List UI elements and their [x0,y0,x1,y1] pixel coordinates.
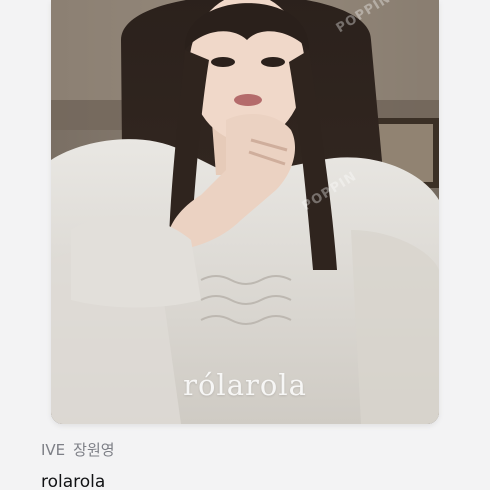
photo [51,0,439,424]
brand-logo-on-photo: rólarola [183,368,307,402]
photocard-image[interactable]: POPPIN POPPIN rólarola [51,0,439,424]
listing-info: IVE 장원영 rolarola [41,440,470,490]
listing-page: POPPIN POPPIN rólarola IVE 장원영 rolarola [0,0,490,490]
listing-meta: IVE 장원영 [41,440,470,460]
member-name[interactable]: 장원영 [73,440,114,460]
photo-illustration [51,0,439,424]
listing-title[interactable]: rolarola [41,472,470,490]
group-name[interactable]: IVE [41,440,65,460]
